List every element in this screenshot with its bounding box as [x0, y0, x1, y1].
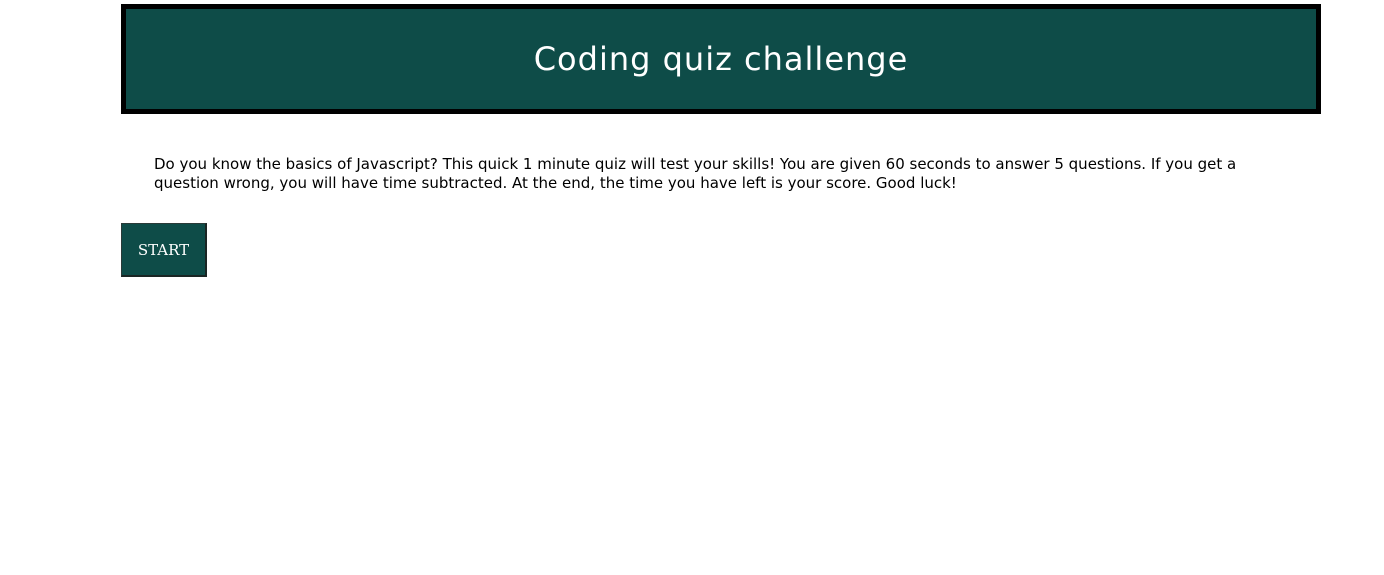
page-title: Coding quiz challenge — [533, 40, 909, 78]
quiz-instructions: Do you know the basics of Javascript? Th… — [154, 155, 1237, 192]
page-header: Coding quiz challenge — [121, 4, 1321, 114]
start-button[interactable]: START — [121, 223, 207, 277]
quiz-page: Coding quiz challenge Do you know the ba… — [121, 4, 1321, 277]
